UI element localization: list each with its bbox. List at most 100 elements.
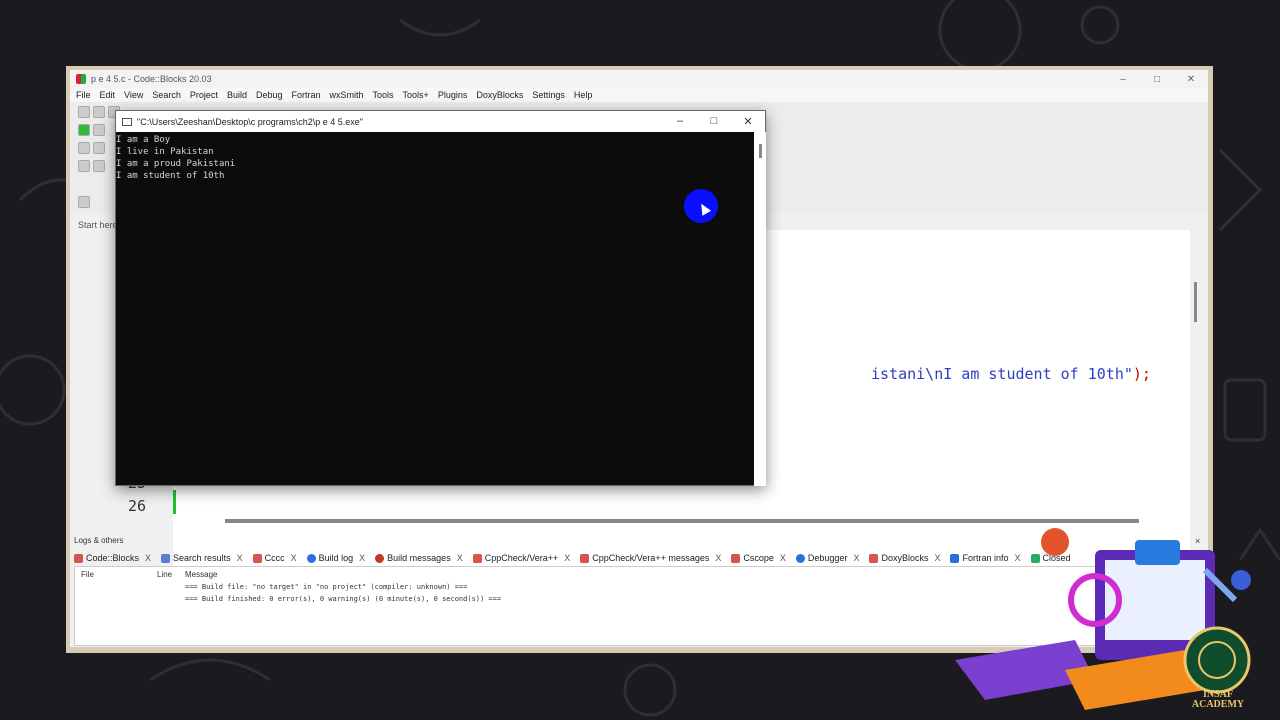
change-marker <box>173 490 176 514</box>
menu-tools-plus[interactable]: Tools+ <box>403 90 429 100</box>
tab-close-icon[interactable]: X <box>934 553 940 563</box>
codeblocks-icon <box>74 553 83 563</box>
build-message: === Build file: "no target" in "no proje… <box>185 583 468 591</box>
menu-debug[interactable]: Debug <box>256 90 283 100</box>
scroll-thumb[interactable] <box>759 144 762 158</box>
back-icon[interactable] <box>78 124 90 136</box>
tab-close-icon[interactable]: X <box>457 553 463 563</box>
document-icon <box>580 553 590 563</box>
jump-icon[interactable] <box>78 196 90 208</box>
ide-title: p e 4 5.c - Code::Blocks 20.03 <box>91 74 212 84</box>
output-line: I am a Boy <box>116 135 171 145</box>
tab-label: CppCheck/Vera++ <box>484 553 559 563</box>
output-line: I live in Pakistan <box>116 147 214 157</box>
code-line: istani\nI am student of 10th"); <box>871 365 1151 383</box>
forward-icon[interactable] <box>93 124 105 136</box>
tab-doxyblocks[interactable]: DoxyBlocks X <box>869 553 940 563</box>
console-titlebar: "C:\Users\Zeeshan\Desktop\c programs\ch2… <box>116 111 765 132</box>
ide-titlebar: p e 4 5.c - Code::Blocks 20.03 – □ ✕ <box>70 70 1208 88</box>
toolbar-row <box>78 124 105 136</box>
tab-close-icon[interactable]: X <box>291 553 297 563</box>
codeblocks-logo-icon <box>76 74 86 84</box>
menu-help[interactable]: Help <box>574 90 593 100</box>
maximize-button[interactable]: □ <box>1140 74 1174 85</box>
tab-label: Cscope <box>743 553 774 563</box>
column-line: Line <box>157 570 173 579</box>
code-terminator: ); <box>1132 365 1151 383</box>
menu-plugins[interactable]: Plugins <box>438 90 468 100</box>
document-icon <box>731 553 741 563</box>
column-file: File <box>81 570 94 579</box>
console-title: "C:\Users\Zeeshan\Desktop\c programs\ch2… <box>137 116 363 127</box>
tab-label: Build messages <box>387 553 451 563</box>
menu-settings[interactable]: Settings <box>532 90 565 100</box>
tab-search-results[interactable]: Search results X <box>161 553 243 563</box>
console-close-button[interactable]: ✕ <box>731 115 765 128</box>
new-file-button[interactable] <box>78 106 90 118</box>
run-icon[interactable] <box>78 160 90 172</box>
console-scrollbar[interactable] <box>754 132 766 486</box>
menu-fortran[interactable]: Fortran <box>291 90 320 100</box>
output-line: I am student of 10th <box>116 171 225 181</box>
console-maximize-button[interactable]: □ <box>697 115 731 128</box>
tab-close-icon[interactable]: X <box>564 553 570 563</box>
line-number: 26 <box>128 497 147 515</box>
tab-close-icon[interactable]: X <box>853 553 859 563</box>
tab-close-icon[interactable]: X <box>237 553 243 563</box>
tab-label: Code::Blocks <box>86 553 140 563</box>
document-icon <box>472 553 482 563</box>
column-message: Message <box>185 570 218 579</box>
tab-label: Build log <box>318 553 354 563</box>
vertical-scrollbar[interactable] <box>1194 282 1197 322</box>
tab-start-here[interactable]: Start here <box>78 220 118 230</box>
logs-title: Logs & others <box>74 536 124 545</box>
gear-icon <box>795 553 805 563</box>
menu-wxsmith[interactable]: wxSmith <box>330 90 364 100</box>
menu-view[interactable]: View <box>124 90 143 100</box>
console-minimize-button[interactable]: – <box>663 115 697 128</box>
log-tabs: Code::Blocks X Search results X Cccc X Buil… <box>74 550 1081 566</box>
tab-label: Cccc <box>264 553 285 563</box>
tab-debugger[interactable]: Debugger X <box>795 553 859 563</box>
minimize-button[interactable]: – <box>1106 74 1140 85</box>
tab-cppcheck[interactable]: CppCheck/Vera++ X <box>472 553 570 563</box>
academy-logo-text: INSAF ACADEMY <box>1178 690 1258 710</box>
console-output: I am a Boy I live in Pakistan I am a pro… <box>116 132 754 486</box>
toolbar-row <box>78 196 90 208</box>
document-icon <box>869 553 879 563</box>
tree-icon[interactable] <box>93 160 105 172</box>
console-icon <box>122 117 132 126</box>
menu-edit[interactable]: Edit <box>100 90 116 100</box>
tab-cppcheck-messages[interactable]: CppCheck/Vera++ messages X <box>580 553 721 563</box>
menu-build[interactable]: Build <box>227 90 247 100</box>
tab-close-icon[interactable]: X <box>780 553 786 563</box>
tab-cscope[interactable]: Cscope X <box>731 553 786 563</box>
code-string: istani\nI am student of 10th" <box>871 365 1133 383</box>
tab-close-icon[interactable]: X <box>359 553 365 563</box>
toolbar-row <box>78 160 105 172</box>
toolbar-row <box>78 106 120 118</box>
close-button[interactable]: ✕ <box>1174 74 1208 85</box>
open-button[interactable] <box>93 106 105 118</box>
menu-project[interactable]: Project <box>190 90 218 100</box>
tab-close-icon[interactable]: X <box>145 553 151 563</box>
tab-build-messages[interactable]: Build messages X <box>375 553 463 563</box>
tab-build-log[interactable]: Build log X <box>306 553 365 563</box>
tab-label: CppCheck/Vera++ messages <box>592 553 710 563</box>
menu-search[interactable]: Search <box>152 90 181 100</box>
tab-cccc[interactable]: Cccc X <box>252 553 297 563</box>
output-line: I am a proud Pakistani <box>116 159 236 169</box>
tab-codeblocks[interactable]: Code::Blocks X <box>74 553 151 563</box>
menu-file[interactable]: File <box>76 90 91 100</box>
tab-label: Search results <box>173 553 231 563</box>
tab-label: Debugger <box>807 553 848 563</box>
pointer-icon[interactable] <box>78 142 90 154</box>
console-window: "C:\Users\Zeeshan\Desktop\c programs\ch2… <box>115 110 766 486</box>
tab-close-icon[interactable]: X <box>715 553 721 563</box>
rectangle-icon[interactable] <box>93 142 105 154</box>
tab-label: DoxyBlocks <box>881 553 929 563</box>
gear-icon <box>306 553 316 563</box>
menu-tools[interactable]: Tools <box>373 90 394 100</box>
menu-doxyblocks[interactable]: DoxyBlocks <box>476 90 523 100</box>
academy-name-line2: ACADEMY <box>1191 699 1245 710</box>
